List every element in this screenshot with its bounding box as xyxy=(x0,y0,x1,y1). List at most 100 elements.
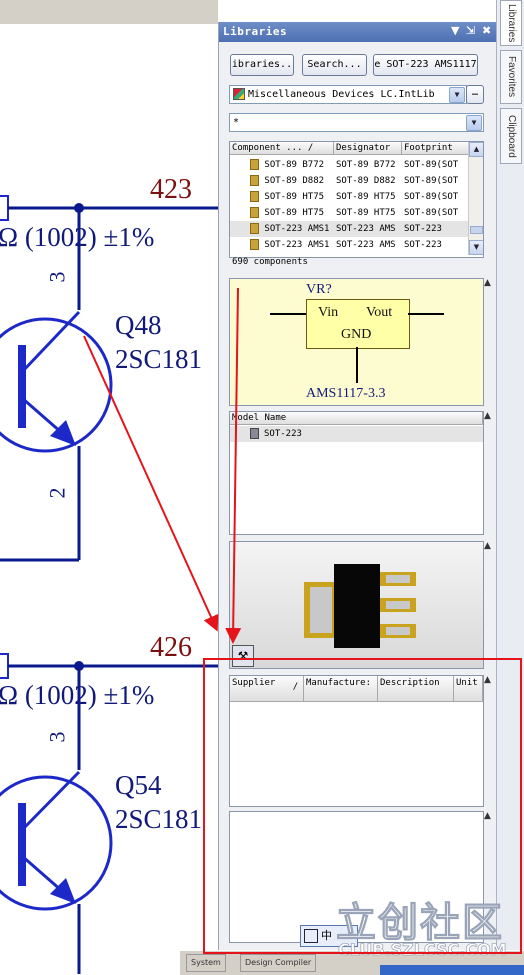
transistor-part-top: 2SC181 xyxy=(115,344,203,374)
component-chip-icon xyxy=(250,191,259,202)
library-select[interactable]: Miscellaneous Devices LC.IntLib ▼ xyxy=(229,85,467,104)
collapse-footprint-icon[interactable]: ▲ xyxy=(484,541,494,551)
library-select-value: Miscellaneous Devices LC.IntLib xyxy=(248,89,435,100)
resistor-body-bottom xyxy=(0,653,9,679)
panel-close-icon[interactable]: ✖ xyxy=(482,24,491,37)
cell-designator: SOT-223 AMS xyxy=(336,240,396,250)
model-list[interactable]: Model Name SOT-223 xyxy=(229,411,484,535)
column-header-manufacturer[interactable]: Manufacture: xyxy=(304,676,378,702)
resistor-value-bottom: Ω (1002) ±1% xyxy=(0,680,155,710)
cell-component: SOT-223 AMS1 xyxy=(264,240,330,250)
table-row-selected[interactable]: SOT-223 AMS1 SOT-223 AMS SOT-223 xyxy=(230,221,469,237)
column-header-designator[interactable]: Designator xyxy=(334,142,402,155)
library-select-chevron-down-icon[interactable]: ▼ xyxy=(449,87,465,103)
status-design-compiler-tab[interactable]: Design Compiler xyxy=(240,954,317,972)
component-chip-icon xyxy=(250,239,259,250)
cell-component: SOT-89 D882 xyxy=(264,176,325,186)
footprint-preview: ⚒ xyxy=(229,541,484,669)
table-scrollbar[interactable]: ▲ ▼ xyxy=(468,142,483,255)
library-book-icon xyxy=(233,88,245,100)
symbol-pin-label-gnd: GND xyxy=(341,327,372,342)
net-label-top: 423 xyxy=(150,174,192,205)
collapse-supplier-icon[interactable]: ▲ xyxy=(484,675,494,685)
tab-favorites[interactable]: Favorites xyxy=(500,50,522,104)
component-count: 690 components xyxy=(232,257,308,267)
filter-chevron-down-icon[interactable]: ▼ xyxy=(466,115,482,131)
collapse-detail-icon[interactable]: ▲ xyxy=(484,811,494,821)
symbol-pin-label-vout: Vout xyxy=(366,305,393,320)
model-row[interactable]: SOT-223 xyxy=(230,426,483,442)
transistor-designator-top: Q48 xyxy=(115,310,162,340)
collapse-preview-icon[interactable]: ▲ xyxy=(484,278,494,288)
sot223-3d-footprint xyxy=(304,564,416,648)
cell-footprint: SOT-89(SOT xyxy=(404,160,459,170)
column-header-footprint[interactable]: Footprint xyxy=(402,142,469,155)
symbol-pin-gnd xyxy=(356,347,358,383)
supplier-grid[interactable]: Supplier / Manufacture: Description Unit xyxy=(229,675,484,807)
scroll-down-icon[interactable]: ▼ xyxy=(469,240,483,255)
sort-indicator: / xyxy=(292,682,299,692)
side-tab-strip: Libraries Favorites Clipboard xyxy=(496,0,524,974)
libraries-title-bar[interactable]: Libraries ▼ ⇲ ✖ xyxy=(219,22,497,42)
column-header-supplier[interactable]: Supplier / xyxy=(230,676,304,702)
column-header-description[interactable]: Description xyxy=(378,676,454,702)
table-row[interactable]: SOT-223 AMS1 SOT-223 AMS SOT-223 xyxy=(230,237,469,253)
net-label-bottom: 426 xyxy=(150,632,192,663)
cell-component: SOT-89 HT75 xyxy=(264,208,325,218)
panel-menu-icon[interactable]: ▼ xyxy=(451,24,459,37)
column-header-unit[interactable]: Unit xyxy=(454,676,483,702)
cell-component: SOT-223 AMS1 xyxy=(264,224,330,234)
status-system-tab[interactable]: System xyxy=(186,954,226,972)
search-button[interactable]: Search... xyxy=(302,54,367,76)
libraries-panel: Libraries ▼ ⇲ ✖ ibraries.. Search... e S… xyxy=(218,22,497,954)
supplier-header-label: Supplier xyxy=(232,678,276,688)
cell-footprint: SOT-89(SOT xyxy=(404,192,459,202)
table-row[interactable]: SOT-89 HT75 SOT-89 HT75 SOT-89(SOT xyxy=(230,205,469,221)
libraries-title: Libraries xyxy=(223,25,288,38)
tab-clipboard[interactable]: Clipboard xyxy=(500,108,522,164)
scroll-up-icon[interactable]: ▲ xyxy=(469,142,483,157)
column-header-component[interactable]: Component ... / xyxy=(230,142,334,155)
table-row[interactable]: SOT-89 B772 SOT-89 B772 SOT-89(SOT xyxy=(230,157,469,173)
library-more-button[interactable]: … xyxy=(466,85,484,104)
symbol-preview: VR? Vin Vout GND AMS1117-3.3 xyxy=(229,278,484,406)
table-row[interactable]: SOT-89 D882 SOT-89 D882 SOT-89(SOT xyxy=(230,173,469,189)
transistor-designator-bottom: Q54 xyxy=(115,770,162,800)
cell-designator: SOT-89 HT75 xyxy=(336,192,396,202)
component-chip-icon xyxy=(250,207,259,218)
cell-footprint: SOT-223 xyxy=(404,240,442,250)
cell-footprint: SOT-89(SOT xyxy=(404,176,459,186)
libraries-button[interactable]: ibraries.. xyxy=(230,54,294,76)
column-header-model-name[interactable]: Model Name xyxy=(230,412,483,425)
model-name: SOT-223 xyxy=(264,429,302,439)
component-chip-icon xyxy=(250,223,259,234)
filter-select[interactable]: * ▼ xyxy=(229,113,484,132)
place-component-button[interactable]: e SOT-223 AMS1117 xyxy=(373,54,478,76)
cell-component: SOT-89 HT75 xyxy=(264,192,325,202)
cell-component: SOT-89 B772 xyxy=(264,160,325,170)
pin-number-3-bottom: 3 xyxy=(44,731,70,743)
component-table[interactable]: Component ... / Designator Footprint SOT… xyxy=(229,141,484,258)
footprint-tool-icon[interactable]: ⚒ xyxy=(232,645,254,667)
transistor-part-bottom: 2SC181 xyxy=(115,804,203,834)
resistor-value-top: Ω (1002) ±1% xyxy=(0,222,155,252)
symbol-pin-vin xyxy=(270,313,306,315)
cell-designator: SOT-89 HT75 xyxy=(336,208,396,218)
resistor-body-top xyxy=(0,195,9,221)
symbol-pin-label-vin: Vin xyxy=(318,305,339,320)
footprint-chip-icon xyxy=(250,426,262,442)
table-row[interactable]: SOT-89 HT75 SOT-89 HT75 SOT-89(SOT xyxy=(230,189,469,205)
tab-libraries[interactable]: Libraries xyxy=(500,0,522,46)
cell-designator: SOT-89 D882 xyxy=(336,176,396,186)
filter-value: * xyxy=(233,117,240,128)
cell-footprint: SOT-223 xyxy=(404,224,442,234)
symbol-pin-vout xyxy=(408,313,444,315)
transistor-collector-leg-bottom xyxy=(20,770,81,832)
cell-footprint: SOT-89(SOT xyxy=(404,208,459,218)
collapse-models-icon[interactable]: ▲ xyxy=(484,411,494,421)
cell-designator: SOT-223 AMS xyxy=(336,224,396,234)
schematic-canvas[interactable]: 423 Ω (1002) ±1% 3 Q48 2SC181 2 426 Ω (1… xyxy=(0,0,218,974)
panel-pin-icon[interactable]: ⇲ xyxy=(466,24,475,37)
scroll-thumb[interactable] xyxy=(470,226,483,234)
component-chip-icon xyxy=(250,175,259,186)
